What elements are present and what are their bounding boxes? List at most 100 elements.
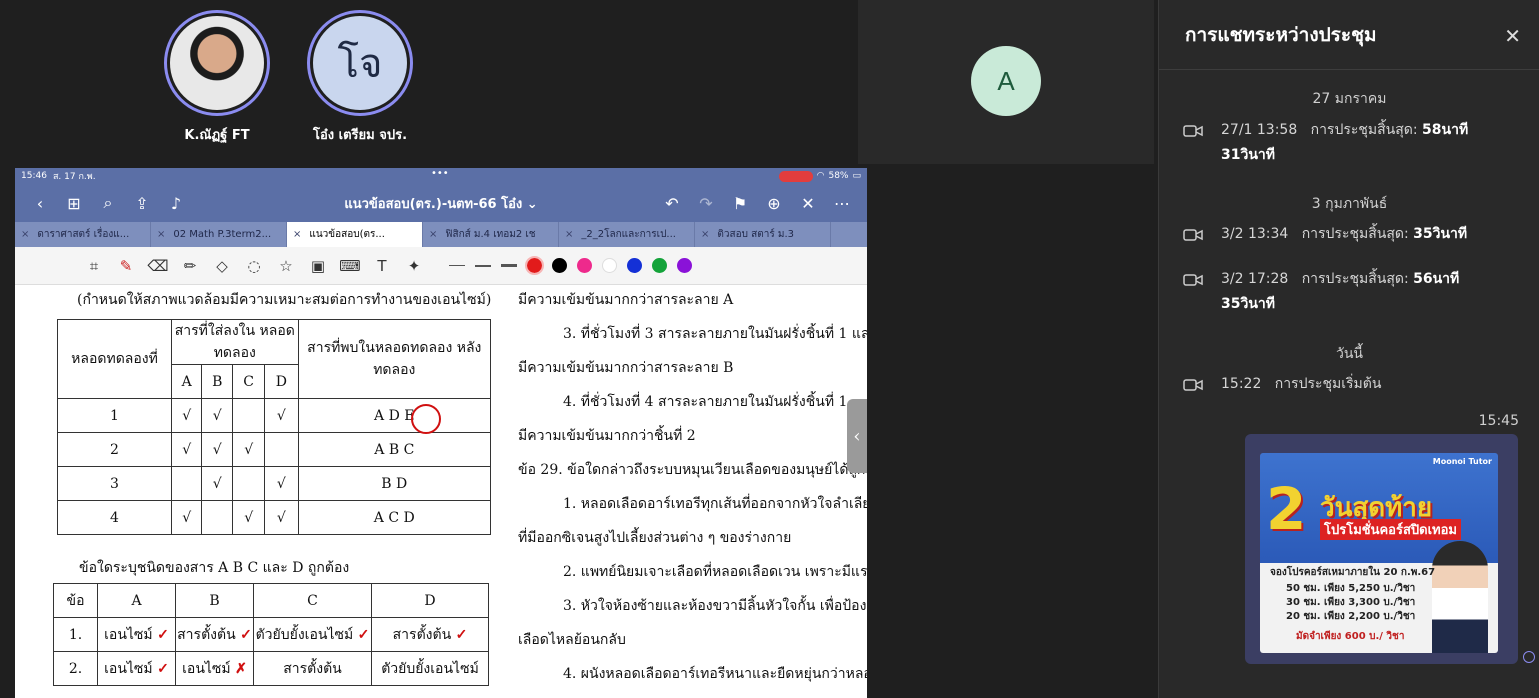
- table-cell: 1.: [53, 617, 98, 652]
- doc-tab-label: ติวสอบ สตาร์ ม.3: [717, 229, 795, 240]
- thick-line-option[interactable]: [501, 264, 517, 267]
- back-icon[interactable]: ‹: [23, 194, 57, 213]
- event-duration: 35วินาที: [1221, 296, 1276, 312]
- chat-header: การแชทระหว่างประชุม ✕: [1159, 0, 1539, 70]
- image-icon[interactable]: ▣: [307, 255, 329, 277]
- pen-icon[interactable]: ✎: [115, 255, 137, 277]
- check-mark: ✓: [240, 626, 252, 643]
- table-row: 4 √ √ √ A C D: [57, 500, 492, 535]
- event-time: 15:22: [1221, 376, 1262, 392]
- doc-tab[interactable]: × 02 Math P.3term2...: [151, 222, 287, 247]
- doc-text: 3. ที่ชั่วโมงที่ 3 สารละลายภายในมันฝรั่ง…: [563, 326, 867, 342]
- doc-text: ที่มีออกซิเจนสูงไปเลี้ยงส่วนต่าง ๆ ของร่…: [518, 530, 792, 546]
- doc-text: ข้อ 29. ข้อใดกล่าวถึงระบบหมุนเวียนเลือดข…: [518, 462, 867, 478]
- close-tab-icon[interactable]: ×: [701, 229, 709, 240]
- event-time: 3/2 17:28: [1221, 271, 1289, 287]
- promo-image[interactable]: Moonoi Tutor 2 วันสุดท้าย โปรโมชั่นคอร์ส…: [1260, 453, 1498, 653]
- video-camera-icon: [1183, 274, 1203, 286]
- color-swatch[interactable]: [577, 258, 592, 273]
- table-cell: 2: [57, 432, 172, 467]
- table-cell: √: [264, 466, 299, 501]
- participant-name: โอ๋ง เตรียม จปร.: [312, 128, 408, 143]
- table-row: 3 √ √ B D: [57, 466, 492, 501]
- doc-tab[interactable]: × _2_2โลกและการเป...: [559, 222, 695, 247]
- laser-icon[interactable]: ✦: [403, 255, 425, 277]
- color-swatch[interactable]: [552, 258, 567, 273]
- close-tab-icon[interactable]: ×: [21, 229, 29, 240]
- close-tab-icon[interactable]: ×: [157, 229, 165, 240]
- color-swatch[interactable]: [525, 256, 544, 275]
- cell-text: เอนไซม์: [182, 660, 231, 677]
- event-text: การประชุมเริ่มต้น: [1274, 376, 1382, 392]
- table-cell: [201, 500, 234, 535]
- battery-icon: ▭: [852, 171, 861, 181]
- lasso-icon[interactable]: ◌: [243, 255, 265, 277]
- table-header: B: [175, 583, 254, 618]
- search-icon[interactable]: ⌕: [91, 193, 125, 213]
- cell-text: ตัวยับยั้งเอนไซม์: [255, 626, 354, 643]
- participant-tile[interactable]: K.ณัฏฐ์ FT: [162, 10, 272, 145]
- table-cell: √: [264, 500, 299, 535]
- participant-tile-right[interactable]: A: [858, 0, 1154, 164]
- textbox-icon[interactable]: T: [371, 255, 393, 277]
- bookmark-icon[interactable]: ⚑: [723, 194, 757, 213]
- table-header: C: [253, 583, 372, 618]
- keyboard-icon[interactable]: ⌨: [339, 255, 361, 277]
- table-cell: 1: [57, 398, 172, 433]
- grid-icon[interactable]: ⊞: [57, 194, 91, 213]
- close-doc-icon[interactable]: ✕: [791, 194, 825, 213]
- table-cell: [232, 398, 266, 433]
- doc-tab-active[interactable]: × แนวข้อสอบ(ตร...: [287, 222, 423, 247]
- eraser-icon[interactable]: ⌫: [147, 255, 169, 277]
- doc-text: มีความเข้มข้นมากกว่าชิ้นที่ 2: [518, 428, 696, 444]
- highlighter-icon[interactable]: ✏: [179, 255, 201, 277]
- doc-tab[interactable]: × ดาราศาสตร์ เรื่องแ...: [15, 222, 151, 247]
- sticker-icon[interactable]: ☆: [275, 255, 297, 277]
- share-icon[interactable]: ⇪: [125, 194, 159, 213]
- check-mark: ✓: [157, 626, 169, 643]
- shapes-icon[interactable]: ◇: [211, 255, 233, 277]
- table-cell: √: [201, 466, 234, 501]
- mic-icon[interactable]: ♪: [159, 194, 193, 213]
- close-tab-icon[interactable]: ×: [429, 229, 437, 240]
- close-tab-icon[interactable]: ×: [293, 229, 301, 240]
- avatar-initials: โจ: [313, 16, 407, 110]
- table-cell: ตัวยับยั้งเอนไซม์ ✓: [253, 617, 372, 652]
- table-cell: เอนไซม์ ✓: [97, 651, 176, 686]
- close-icon[interactable]: ✕: [1504, 24, 1521, 48]
- doc-text: 4. ผนังหลอดเลือดอาร์เทอรีหนาและยืดหยุ่นก…: [563, 666, 867, 682]
- video-camera-icon: [1183, 125, 1203, 137]
- sidebar-pull-tab[interactable]: ‹: [847, 399, 867, 473]
- doc-tab-label: ดาราศาสตร์ เรื่องแ...: [37, 229, 130, 240]
- meeting-event: 27/1 13:58 การประชุมสิ้นสุด: 58นาที 31วิน…: [1183, 118, 1499, 168]
- doc-text: 1. หลอดเลือดอาร์เทอรีทุกเส้นที่ออกจากหัว…: [563, 496, 867, 512]
- close-tab-icon[interactable]: ×: [565, 229, 573, 240]
- promo-line: 50 ชม. เพียง 5,250 บ./วิชา: [1286, 583, 1416, 594]
- table-cell: [232, 466, 266, 501]
- doc-tab-label: 02 Math P.3term2...: [173, 229, 272, 240]
- color-swatch[interactable]: [627, 258, 642, 273]
- doc-tab[interactable]: × ฟิสิกส์ ม.4 เทอม2 เช: [423, 222, 559, 247]
- redo-icon[interactable]: ↷: [689, 194, 723, 213]
- video-camera-icon: [1183, 229, 1203, 241]
- table-cell: √: [170, 398, 203, 433]
- event-duration: 31วินาที: [1221, 147, 1276, 163]
- doc-tab[interactable]: × ติวสอบ สตาร์ ม.3: [695, 222, 831, 247]
- color-swatch[interactable]: [677, 258, 692, 273]
- chat-message-bubble[interactable]: Moonoi Tutor 2 วันสุดท้าย โปรโมชั่นคอร์ส…: [1245, 434, 1518, 664]
- color-swatch[interactable]: [652, 258, 667, 273]
- more-icon[interactable]: ⋯: [825, 194, 859, 213]
- color-swatch[interactable]: [602, 258, 617, 273]
- event-text: การประชุมสิ้นสุด:: [1301, 226, 1409, 242]
- table-cell: เอนไซม์ ✗: [175, 651, 254, 686]
- date-separator: วันนี้: [1335, 346, 1363, 362]
- avatar: A: [971, 46, 1041, 116]
- add-page-icon[interactable]: ⊕: [757, 194, 791, 213]
- undo-icon[interactable]: ↶: [655, 194, 689, 213]
- table-header: C: [232, 364, 266, 399]
- thin-line-option[interactable]: [449, 265, 465, 266]
- lasso-text-icon[interactable]: ⌗: [83, 255, 105, 277]
- participant-tile[interactable]: โจ โอ๋ง เตรียม จปร.: [300, 10, 420, 145]
- medium-line-option[interactable]: [475, 264, 491, 267]
- meeting-event: 15:22 การประชุมเริ่มต้น: [1183, 372, 1499, 397]
